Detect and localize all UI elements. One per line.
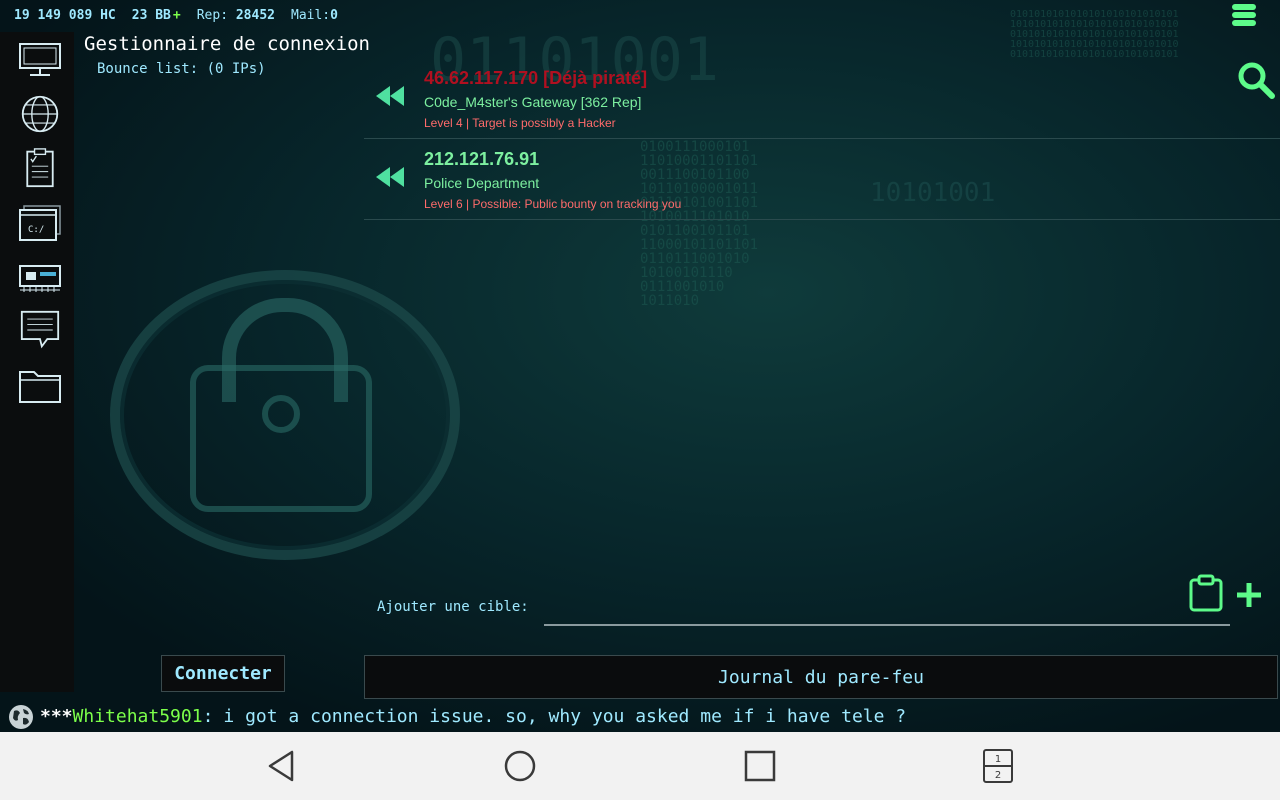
chat-icon[interactable] — [18, 310, 62, 350]
chat-message: i got a connection issue. so, why you as… — [223, 705, 907, 727]
bb-balance: 23 BB + — [131, 8, 181, 23]
terminal-icon[interactable]: C:/ — [18, 204, 62, 244]
lock-body — [190, 365, 372, 512]
bounce-list-label[interactable]: Bounce list: (0 IPs) — [97, 61, 266, 77]
folder-icon[interactable] — [18, 366, 62, 406]
home-icon[interactable] — [500, 746, 540, 786]
hc-balance: 19 149 089 HC — [14, 8, 116, 23]
svg-text:C:/: C:/ — [28, 225, 44, 235]
buy-bb-plus-icon[interactable]: + — [173, 8, 181, 23]
status-bar: 19 149 089 HC 23 BB + Rep: 28452 Mail:0 — [14, 8, 338, 23]
split-top-number: 1 — [995, 754, 1001, 765]
split-screen-icon[interactable]: 1 2 — [978, 746, 1018, 786]
monitor-icon[interactable] — [18, 40, 62, 80]
connection-row[interactable]: 46.62.117.170 [Déjà piraté] C0de_M4ster'… — [364, 58, 1280, 139]
add-target-label: Ajouter une cible: — [377, 599, 529, 615]
connection-name: C0de_M4ster's Gateway [362 Rep] — [424, 94, 642, 110]
menu-icon[interactable] — [1232, 4, 1256, 28]
back-icon[interactable] — [262, 746, 302, 786]
connection-info: Level 6 | Possible: Public bounty on tra… — [424, 197, 682, 211]
connection-list: 46.62.117.170 [Déjà piraté] C0de_M4ster'… — [364, 58, 1280, 220]
clipboard-icon[interactable] — [18, 148, 62, 188]
reputation: Rep: 28452 — [196, 8, 275, 23]
chat-line: *** Whitehat5901: i got a connection issu… — [0, 700, 1280, 732]
add-target-input[interactable] — [544, 596, 1230, 626]
firewall-log-button[interactable]: Journal du pare-feu — [364, 655, 1278, 699]
connection-ip: 212.121.76.91 — [424, 149, 540, 169]
search-icon[interactable] — [1236, 60, 1276, 100]
add-target-plus-icon[interactable] — [1234, 580, 1264, 610]
split-bottom-number: 2 — [995, 770, 1001, 781]
rewind-icon[interactable] — [374, 84, 406, 108]
hardware-icon[interactable] — [18, 258, 62, 298]
page-title: Gestionnaire de connexion — [84, 33, 370, 55]
chat-username[interactable]: Whitehat5901 — [73, 706, 203, 727]
connection-name: Police Department — [424, 175, 540, 191]
connection-info: Level 4 | Target is possibly a Hacker — [424, 116, 616, 130]
lock-keyhole — [262, 395, 300, 433]
recents-icon[interactable] — [740, 746, 780, 786]
paste-clipboard-icon[interactable] — [1188, 574, 1224, 612]
connect-button[interactable]: Connecter — [161, 655, 285, 692]
sidebar: C:/ — [0, 32, 74, 692]
chat-colon: : — [202, 705, 214, 727]
connection-row[interactable]: 212.121.76.91 Police Department Level 6 … — [364, 139, 1280, 220]
rewind-icon[interactable] — [374, 165, 406, 189]
mail-count[interactable]: Mail:0 — [291, 8, 338, 23]
connection-ip: 46.62.117.170 [Déjà piraté] — [424, 68, 648, 88]
chat-stars: *** — [40, 705, 73, 727]
android-nav-bar: 1 2 — [0, 732, 1280, 800]
globe-icon[interactable] — [18, 94, 62, 134]
